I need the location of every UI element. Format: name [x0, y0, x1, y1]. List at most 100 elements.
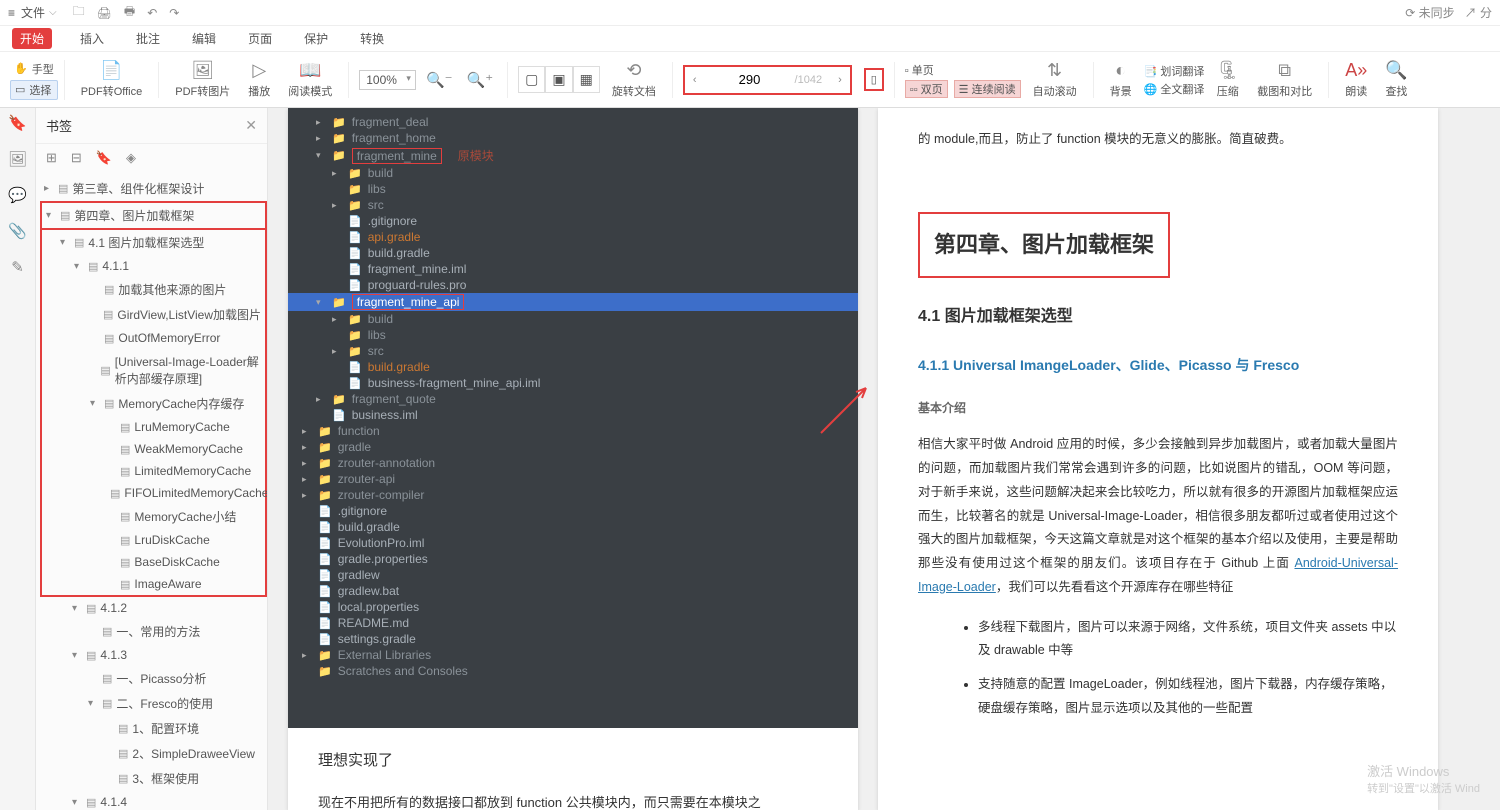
full-translate[interactable]: 🌐 全文翻译: [1144, 81, 1205, 97]
bookmark-node[interactable]: ▤一、Picasso分析: [40, 666, 267, 691]
auto-scroll[interactable]: ⇅自动滚动: [1027, 60, 1083, 99]
bookmark-node[interactable]: ▤2、SimpleDraweeView: [40, 741, 267, 766]
redo-icon[interactable]: ↷: [169, 6, 179, 20]
bookmark-node[interactable]: ▤1、配置环境: [40, 716, 267, 741]
ide-row: ▸📁zrouter-api: [288, 471, 858, 487]
collapse-icon[interactable]: ⊟: [71, 150, 82, 166]
bookmark-node[interactable]: ▤OutOfMemoryError: [42, 327, 265, 349]
tab-4[interactable]: 页面: [244, 28, 276, 49]
file-dropdown-icon[interactable]: ⌵: [49, 7, 57, 18]
comment-panel-icon[interactable]: 💬: [8, 186, 27, 204]
bookmark-node[interactable]: ▾▤4.1.1: [42, 255, 265, 277]
bookmark-node[interactable]: ▤WeakMemoryCache: [42, 438, 265, 460]
thumbnail-panel-icon[interactable]: 🖼: [8, 150, 27, 168]
ide-screenshot: ▸📁fragment_deal▸📁fragment_home▾📁fragment…: [288, 108, 858, 728]
bookmark-node[interactable]: ▾▤二、Fresco的使用: [40, 691, 267, 716]
bookmark-node[interactable]: ▤一、常用的方法: [40, 619, 267, 644]
ide-row: ▸📁zrouter-compiler: [288, 487, 858, 503]
prev-page[interactable]: ‹: [685, 74, 705, 86]
find[interactable]: 🔍查找: [1379, 60, 1413, 99]
ide-row: ▸📁fragment_quote: [288, 391, 858, 407]
bookmark-node[interactable]: ▾▤第四章、图片加载框架: [40, 201, 267, 230]
fit-page-icon[interactable]: ▯: [864, 68, 884, 91]
zoom-in-icon[interactable]: 🔍⁺: [467, 71, 494, 89]
zoom-out-icon[interactable]: 🔍⁻: [426, 71, 453, 89]
pdf-to-image[interactable]: 🖼PDF转图片: [169, 60, 236, 99]
read-aloud[interactable]: A»朗读: [1339, 60, 1373, 99]
double-page-option[interactable]: ▫▫ 双页: [905, 80, 948, 98]
continuous-option[interactable]: ☰ 连续阅读: [954, 80, 1021, 98]
bookmark-node[interactable]: ▾▤4.1.2: [40, 597, 267, 619]
ide-row: 📄.gitignore: [288, 503, 858, 519]
bookmark-node[interactable]: ▤[Universal-Image-Loader解析内部缓存原理]: [42, 349, 265, 391]
menu-icon[interactable]: ≡: [8, 6, 15, 20]
tab-3[interactable]: 编辑: [188, 28, 220, 49]
undo-icon[interactable]: ↶: [147, 6, 157, 20]
save-icon[interactable]: 🖨: [97, 6, 112, 20]
expand-icon[interactable]: ⊞: [46, 150, 57, 166]
word-translate[interactable]: 📑 划词翻译: [1144, 63, 1205, 79]
rotate-doc[interactable]: ⟲旋转文档: [606, 60, 662, 99]
ide-row: ▾📁fragment_mine_api: [288, 293, 858, 311]
bookmark-node[interactable]: ▤MemoryCache小结: [42, 504, 265, 529]
bookmark-node[interactable]: ▾▤MemoryCache内存缓存: [42, 391, 265, 416]
list-item: 支持随意的配置 ImageLoader，例如线程池，图片下载器，内存缓存策略，硬…: [978, 673, 1398, 721]
bookmark-panel-icon[interactable]: 🔖: [8, 114, 27, 132]
ide-row: 📄build.gradle: [288, 245, 858, 261]
sync-status[interactable]: ⟳ 未同步: [1405, 4, 1454, 21]
bookmark-node[interactable]: ▤LruMemoryCache: [42, 416, 265, 438]
next-page[interactable]: ›: [830, 74, 850, 86]
bookmark-node[interactable]: ▤LruDiskCache: [42, 529, 265, 551]
bookmark-node[interactable]: ▾▤4.1.4: [40, 791, 267, 810]
tab-0[interactable]: 开始: [12, 28, 52, 49]
bookmark-node[interactable]: ▤ImageAware: [42, 573, 265, 595]
read-mode[interactable]: 📖阅读模式: [282, 60, 338, 99]
bookmark-node[interactable]: ▤3、框架使用: [40, 766, 267, 791]
sidebar-close-icon[interactable]: ✕: [245, 117, 257, 134]
share-button[interactable]: ↗ 分: [1465, 4, 1492, 21]
red-arrow-annotation: [816, 378, 876, 438]
section-title: 4.1 图片加载框架选型: [918, 302, 1398, 332]
select-tool[interactable]: ▭ 选择: [10, 80, 58, 100]
document-viewport[interactable]: ▸📁fragment_deal▸📁fragment_home▾📁fragment…: [268, 108, 1500, 810]
ide-row: ▸📁build: [288, 165, 858, 181]
bookmark-icon[interactable]: 🔖: [96, 150, 112, 166]
open-icon[interactable]: 🗀: [73, 2, 85, 23]
bookmark-node[interactable]: ▸▤第三章、组件化框架设计: [40, 176, 267, 201]
play-button[interactable]: ▷播放: [242, 60, 276, 99]
bookmark-node[interactable]: ▤加载其他来源的图片: [42, 277, 265, 302]
fit-modes[interactable]: ▢▣▦: [518, 66, 600, 93]
bookmark-node[interactable]: ▤BaseDiskCache: [42, 551, 265, 573]
page-navigator: ‹ /1042 ›: [683, 65, 852, 95]
ide-row: 📁libs: [288, 327, 858, 343]
pdf-to-office[interactable]: 📄PDF转Office: [75, 60, 149, 99]
page-input[interactable]: [705, 72, 795, 87]
tab-1[interactable]: 插入: [76, 28, 108, 49]
bookmark-node[interactable]: ▤GirdView,ListView加载图片: [42, 302, 265, 327]
zoom-select[interactable]: 100%: [359, 70, 416, 90]
file-menu[interactable]: 文件: [21, 4, 45, 21]
bookmark-node[interactable]: ▤LimitedMemoryCache: [42, 460, 265, 482]
tab-5[interactable]: 保护: [300, 28, 332, 49]
bookmark-sidebar: 书签 ✕ ⊞ ⊟ 🔖 ◈ ▸▤第三章、组件化框架设计▾▤第四章、图片加载框架▾▤…: [36, 108, 268, 810]
bookmark-node[interactable]: ▾▤4.1 图片加载框架选型: [42, 230, 265, 255]
background[interactable]: ◐背景: [1104, 60, 1138, 99]
tab-2[interactable]: 批注: [132, 28, 164, 49]
ide-row: ▸📁build: [288, 311, 858, 327]
ide-row: 📄api.gradle: [288, 229, 858, 245]
main-tabs: 开始 插入 批注 编辑 页面 保护 转换: [0, 26, 1500, 52]
bookmark-outline-icon[interactable]: ◈: [126, 150, 136, 166]
bookmark-node[interactable]: ▾▤4.1.3: [40, 644, 267, 666]
list-item: 多线程下载图片，图片可以来源于网络，文件系统，项目文件夹 assets 中以及 …: [978, 616, 1398, 664]
tab-6[interactable]: 转换: [356, 28, 388, 49]
print-icon[interactable]: 🖶: [124, 2, 135, 23]
compress[interactable]: 🗜压缩: [1210, 60, 1245, 99]
attachment-panel-icon[interactable]: 📎: [8, 222, 27, 240]
hand-tool[interactable]: ✋ 手型: [10, 60, 58, 78]
page-total: /1042: [795, 74, 831, 86]
single-page-option[interactable]: ▫ 单页: [905, 62, 1021, 78]
ide-row: 📄local.properties: [288, 599, 858, 615]
edit-panel-icon[interactable]: ✎: [11, 258, 24, 276]
bookmark-node[interactable]: ▤FIFOLimitedMemoryCache: [42, 482, 265, 504]
screenshot-compare[interactable]: ⧉截图和对比: [1251, 60, 1318, 99]
